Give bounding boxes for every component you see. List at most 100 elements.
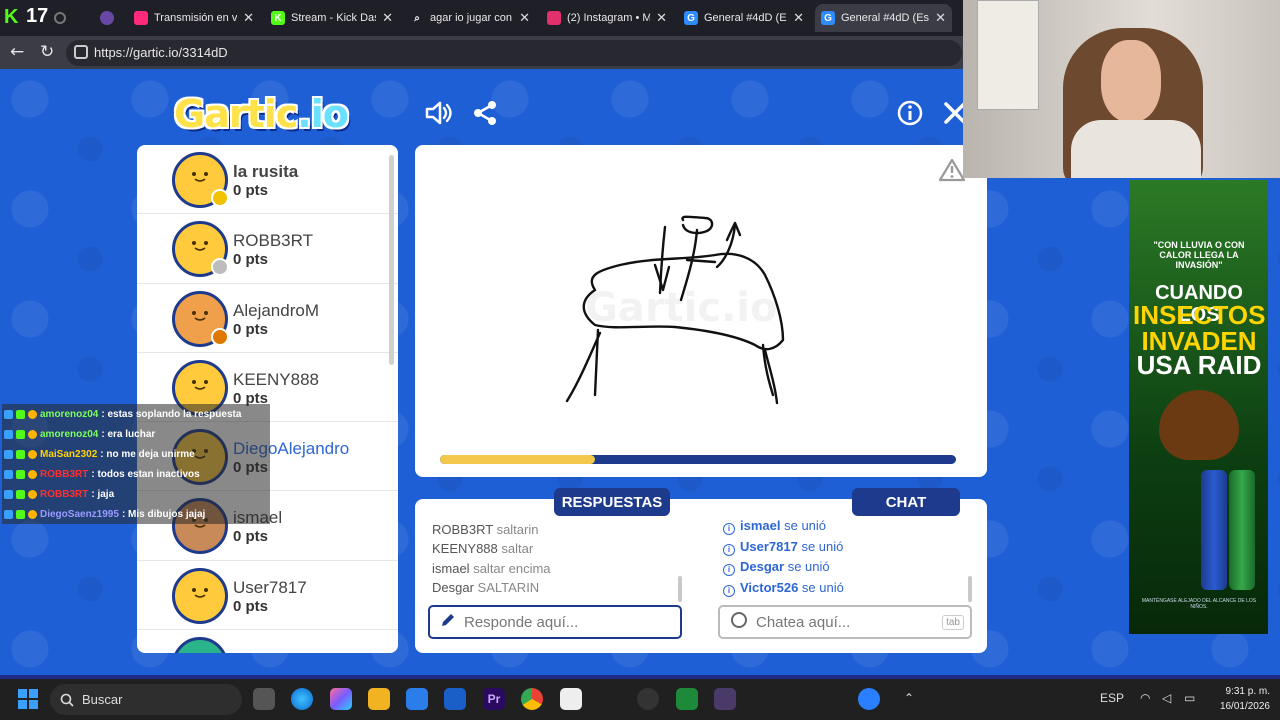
overlay-chat-row: MaiSan2302 : no me deja unirme	[2, 444, 270, 464]
url-text: https://gartic.io/3314dD	[94, 45, 228, 60]
browser-tab[interactable]: K Stream - Kick Dash ✕	[265, 4, 399, 32]
report-warning-icon[interactable]	[938, 158, 966, 182]
canvas-watermark: Gartic.io	[585, 285, 778, 331]
tab-title: Stream - Kick Dash	[291, 12, 376, 24]
info-icon[interactable]	[895, 98, 925, 128]
player-avatar	[172, 152, 229, 208]
app-icon[interactable]	[714, 688, 736, 710]
advertisement[interactable]: "CON LLUVIA O CON CALOR LLEGA LA INVASIÓ…	[1129, 180, 1268, 634]
windows-start-icon[interactable]	[18, 689, 38, 709]
search-icon	[60, 693, 74, 707]
badge-icon	[4, 429, 13, 439]
excel-icon[interactable]	[676, 688, 698, 710]
answer-input[interactable]	[464, 613, 680, 631]
copilot-icon[interactable]	[330, 688, 352, 710]
premiere-icon[interactable]: Pr	[483, 688, 505, 710]
tab-close-icon[interactable]: ✕	[519, 10, 530, 26]
drawing-canvas[interactable]: Gartic.io	[415, 145, 987, 477]
twitch-tab-icon[interactable]	[100, 11, 114, 25]
overlay-chat-row: DiegoSaenz1995 : Mis dibujos jajaj	[2, 504, 270, 524]
file-explorer-icon[interactable]	[368, 688, 390, 710]
chat-input-box[interactable]: tab	[718, 605, 972, 639]
url-input[interactable]: https://gartic.io/3314dD	[66, 40, 962, 66]
chat-row: i User7817 se unió	[723, 539, 968, 560]
site-info-icon[interactable]	[74, 45, 88, 59]
chevron-up-icon[interactable]: ⌃	[904, 691, 914, 705]
overlay-chat-row: amorenoz04 : estas soplando la respuesta	[2, 404, 270, 424]
ad-insect-image	[1159, 390, 1239, 460]
task-view-icon[interactable]	[253, 688, 275, 710]
wifi-icon[interactable]: ◠	[1140, 691, 1150, 705]
player-row[interactable]: la rusita 0 pts	[137, 145, 398, 215]
chat-user[interactable]: Desgar	[740, 559, 784, 574]
players-list[interactable]: la rusita 0 pts ROBB3RT 0 pts AlejandroM…	[137, 145, 398, 653]
player-row[interactable]: AlejandroM 0 pts	[137, 284, 398, 353]
badge-icon	[28, 489, 37, 499]
badge-icon	[28, 409, 37, 419]
browser-tab[interactable]: (2) Instagram • Me ✕	[541, 4, 673, 32]
player-row-partial	[137, 630, 398, 653]
browser-tab[interactable]: ⌕ agar io jugar con a ✕	[404, 4, 536, 32]
players-scrollbar[interactable]	[389, 155, 394, 365]
capcut-icon[interactable]	[560, 688, 582, 710]
edge-icon[interactable]	[291, 688, 313, 710]
system-clock[interactable]: 9:31 p. m. 16/01/2026	[1212, 684, 1270, 714]
badge-icon	[28, 429, 37, 439]
overlay-chat-row: amorenoz04 : era luchar	[2, 424, 270, 444]
share-icon[interactable]	[470, 98, 500, 128]
tab-close-icon[interactable]: ✕	[382, 10, 393, 26]
tab-close-icon[interactable]: ✕	[656, 10, 667, 26]
answer-row: Desgar SALTARIN	[432, 580, 682, 599]
volume-icon[interactable]: ◁	[1162, 691, 1171, 705]
player-row[interactable]: ROBB3RT 0 pts	[137, 214, 398, 284]
tab-close-icon[interactable]: ✕	[935, 10, 946, 26]
overlay-chat-message: : no me deja unirme	[100, 448, 195, 460]
obs-icon[interactable]	[637, 688, 659, 710]
round-timer-bar	[440, 455, 956, 464]
battery-icon[interactable]: ▭	[1184, 691, 1195, 705]
chat-input[interactable]	[756, 613, 943, 631]
chat-scrollbar[interactable]	[968, 576, 972, 602]
windows-taskbar: Buscar Pr ⌃ ESP ◠ ◁ ▭ 9:31 p. m. 16/01/2…	[0, 679, 1280, 720]
browser-tab[interactable]: G General #4dD (Esp ✕	[815, 4, 952, 32]
reload-icon[interactable]: ↻	[40, 42, 54, 62]
overlay-chat-message: : era luchar	[101, 428, 156, 440]
chat-text: se unió	[784, 518, 827, 533]
info-icon: i	[723, 564, 735, 577]
browser-tab[interactable]: Transmisión en viv ✕	[128, 4, 260, 32]
answer-input-box[interactable]	[428, 605, 682, 639]
chat-user[interactable]: User7817	[740, 539, 798, 554]
answer-text: saltar encima	[473, 560, 551, 576]
badge-icon	[16, 509, 25, 519]
back-arrow-icon[interactable]: ←	[10, 42, 24, 62]
browser-tab[interactable]: G General #4dD (Esp ✕	[678, 4, 810, 32]
answer-user: KEENY888	[432, 541, 498, 557]
answer-text: SALTARIN	[477, 579, 540, 595]
ad-tagline: "CON LLUVIA O CON CALOR LLEGA LA INVASIÓ…	[1153, 240, 1245, 270]
store-icon[interactable]	[406, 688, 428, 710]
player-points: 0 pts	[233, 320, 269, 338]
chat-user[interactable]: ismael	[740, 518, 780, 533]
outlook-icon[interactable]	[444, 688, 466, 710]
chat-row: i Victor526 se unió	[723, 580, 968, 601]
tab-close-icon[interactable]: ✕	[793, 10, 804, 26]
tab-close-icon[interactable]: ✕	[243, 10, 254, 26]
taskbar-search[interactable]: Buscar	[50, 684, 242, 715]
chrome-icon[interactable]	[521, 688, 543, 710]
badge-icon	[16, 489, 25, 499]
badge-icon	[4, 469, 13, 479]
chat-row: i ismael se unió	[723, 518, 968, 539]
player-row[interactable]: User7817 0 pts	[137, 561, 398, 631]
answers-list: ROBB3RT saltarin KEENY888 saltar ismael sa…	[432, 510, 682, 602]
viewer-count: 17	[26, 5, 49, 27]
sound-icon[interactable]	[424, 98, 454, 128]
clock-time: 9:31 p. m.	[1225, 686, 1270, 697]
language-indicator[interactable]: ESP	[1100, 691, 1124, 705]
notification-icon[interactable]	[858, 688, 880, 710]
player-name: User7817	[233, 577, 307, 597]
gartic-logo[interactable]: Gartic.io	[174, 92, 349, 136]
answers-scrollbar[interactable]	[678, 576, 682, 602]
answer-row: KEENY888 saltar	[432, 541, 682, 560]
overlay-chat-user: ROBB3RT	[40, 488, 89, 500]
chat-user[interactable]: Victor526	[740, 580, 798, 595]
